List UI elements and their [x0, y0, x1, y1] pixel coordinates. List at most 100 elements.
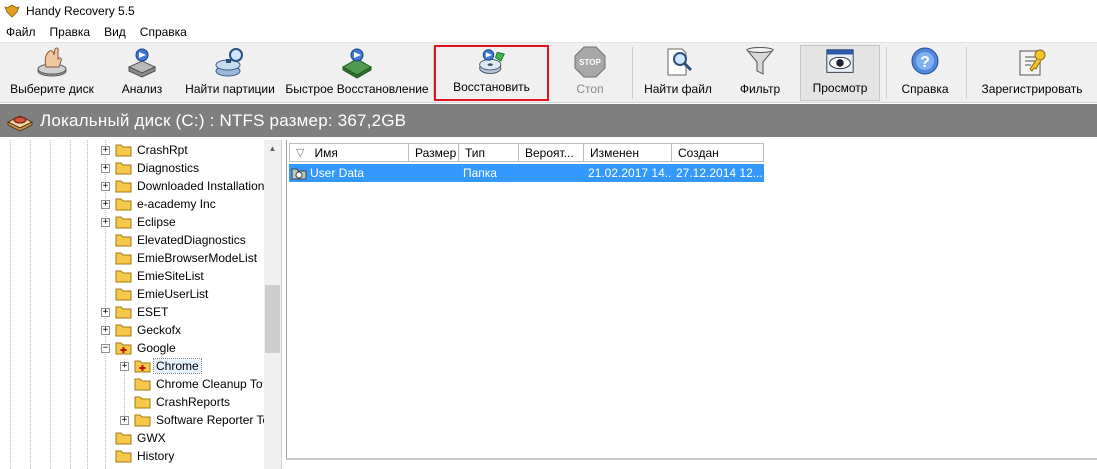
tree-item[interactable]: + Diagnostics: [101, 159, 201, 177]
filter-button[interactable]: Фильтр: [728, 45, 792, 101]
tree-item[interactable]: CrashReports: [120, 393, 232, 411]
tree-expander-icon[interactable]: −: [101, 343, 110, 353]
list-header: ▽ Имя Размер Тип Вероят... Изменен Созда…: [289, 143, 764, 162]
tree-item-label: GWX: [137, 431, 166, 445]
tree-item[interactable]: + CrashRpt: [101, 141, 190, 159]
folder-icon: [115, 324, 132, 337]
window-title: Handy Recovery 5.5: [26, 4, 135, 18]
tree-item[interactable]: + e-academy Inc: [101, 195, 218, 213]
menu-help[interactable]: Справка: [133, 25, 194, 39]
tree-item[interactable]: + Geckofx: [101, 321, 183, 339]
find-partitions-icon: [215, 48, 243, 77]
folder-icon: [115, 270, 132, 283]
tree-item-label: Software Reporter To: [156, 413, 270, 427]
deleted-folder-icon: [291, 168, 307, 180]
scroll-up-arrow-icon[interactable]: ▲: [264, 140, 281, 157]
scroll-thumb[interactable]: [265, 285, 280, 353]
svg-text:STOP: STOP: [579, 58, 601, 67]
tree-item[interactable]: + Downloaded Installation: [101, 177, 266, 195]
column-size[interactable]: Размер: [409, 143, 459, 162]
folder-icon: [115, 180, 132, 193]
column-type[interactable]: Тип: [459, 143, 519, 162]
tree-item-label: EmieSiteList: [137, 269, 204, 283]
column-modified[interactable]: Изменен: [584, 143, 672, 162]
tree-item-label: Downloaded Installation: [137, 179, 265, 193]
tree-expander-icon[interactable]: +: [101, 325, 110, 335]
tree-item[interactable]: + ESET: [101, 303, 170, 321]
view-button[interactable]: Просмотр: [800, 45, 880, 101]
analyze-disk-icon: [127, 48, 157, 78]
tree-item[interactable]: + Chrome: [120, 357, 202, 375]
tree-item[interactable]: + Software Reporter To: [120, 411, 271, 429]
folder-icon: [115, 288, 132, 301]
help-question-icon: ?: [911, 47, 939, 75]
local-disk-icon: [6, 114, 34, 132]
toolbar-separator: [966, 47, 967, 99]
tree-item-label: e-academy Inc: [137, 197, 216, 211]
tree-expander-icon[interactable]: +: [101, 181, 110, 191]
column-created[interactable]: Создан: [672, 143, 764, 162]
tree-expander-icon[interactable]: +: [120, 415, 129, 425]
tree-item-label: Chrome Cleanup To: [156, 377, 263, 391]
tree-item-label: EmieUserList: [137, 287, 209, 301]
quick-restore-button[interactable]: Быстрое Восстановление: [284, 45, 430, 101]
tree-expander-icon[interactable]: +: [101, 163, 110, 173]
quick-restore-icon: [341, 48, 373, 79]
menu-view[interactable]: Вид: [97, 25, 133, 39]
cell-type: Папка: [463, 166, 497, 180]
stop-button[interactable]: STOP Стоп: [556, 45, 624, 101]
tree-item[interactable]: − Google: [101, 339, 178, 357]
find-file-icon: [667, 48, 693, 76]
help-button[interactable]: ? Справка: [892, 45, 958, 101]
tree-item-label: ESET: [137, 305, 169, 319]
find-partitions-button[interactable]: Найти партиции: [180, 45, 280, 101]
select-disk-button[interactable]: Выберите диск: [4, 45, 100, 101]
svg-text:?: ?: [920, 54, 930, 71]
menu-edit[interactable]: Правка: [43, 25, 98, 39]
register-button[interactable]: Зарегистрировать: [976, 45, 1088, 101]
tree-item[interactable]: + Eclipse: [101, 213, 178, 231]
folder-icon: [134, 396, 151, 409]
details-panel: [286, 458, 1097, 469]
tree-item[interactable]: History: [101, 447, 176, 465]
tree-scrollbar[interactable]: ▲: [264, 140, 281, 469]
folder-icon: [115, 162, 132, 175]
tree-expander-icon[interactable]: +: [101, 145, 110, 155]
column-name[interactable]: ▽ Имя: [289, 143, 409, 162]
tree-item-label: EmieBrowserModeList: [137, 251, 258, 265]
tree-item[interactable]: EmieBrowserModeList: [101, 249, 259, 267]
folder-tree[interactable]: + CrashRpt + Diagnostics + Downloaded Install…: [0, 140, 282, 469]
tree-expander-icon[interactable]: +: [101, 199, 110, 209]
analyze-button[interactable]: Анализ: [112, 45, 172, 101]
tree-item[interactable]: Chrome Cleanup To: [120, 375, 265, 393]
tree-item-label: CrashReports: [156, 395, 231, 409]
find-file-button[interactable]: Найти файл: [640, 45, 716, 101]
tree-expander-icon[interactable]: +: [120, 361, 129, 371]
column-probability[interactable]: Вероят...: [519, 143, 584, 162]
menu-bar: Файл Правка Вид Справка: [0, 22, 1097, 42]
tree-expander-icon[interactable]: +: [101, 217, 110, 227]
tree-item[interactable]: EmieSiteList: [101, 267, 206, 285]
tree-item-label: Eclipse: [137, 215, 176, 229]
register-key-icon: [1019, 49, 1046, 76]
folder-icon: [115, 198, 132, 211]
tree-item[interactable]: ElevatedDiagnostics: [101, 231, 248, 249]
tree-item[interactable]: EmieUserList: [101, 285, 210, 303]
folder-icon: [115, 306, 132, 319]
file-list[interactable]: ▽ Имя Размер Тип Вероят... Изменен Созда…: [286, 140, 1097, 458]
tree-expander-icon[interactable]: +: [101, 307, 110, 317]
menu-file[interactable]: Файл: [0, 25, 43, 39]
folder-icon: [115, 234, 132, 247]
view-eye-icon: [826, 49, 854, 73]
table-row[interactable]: User Data Папка 21.02.2017 14... 27.12.2…: [289, 164, 764, 182]
drive-header: Локальный диск (C:) : NTFS размер: 367,2…: [0, 104, 1097, 137]
restore-button[interactable]: Восстановить: [434, 45, 549, 101]
tree-item[interactable]: GWX: [101, 429, 168, 447]
app-logo-icon: [4, 4, 20, 18]
